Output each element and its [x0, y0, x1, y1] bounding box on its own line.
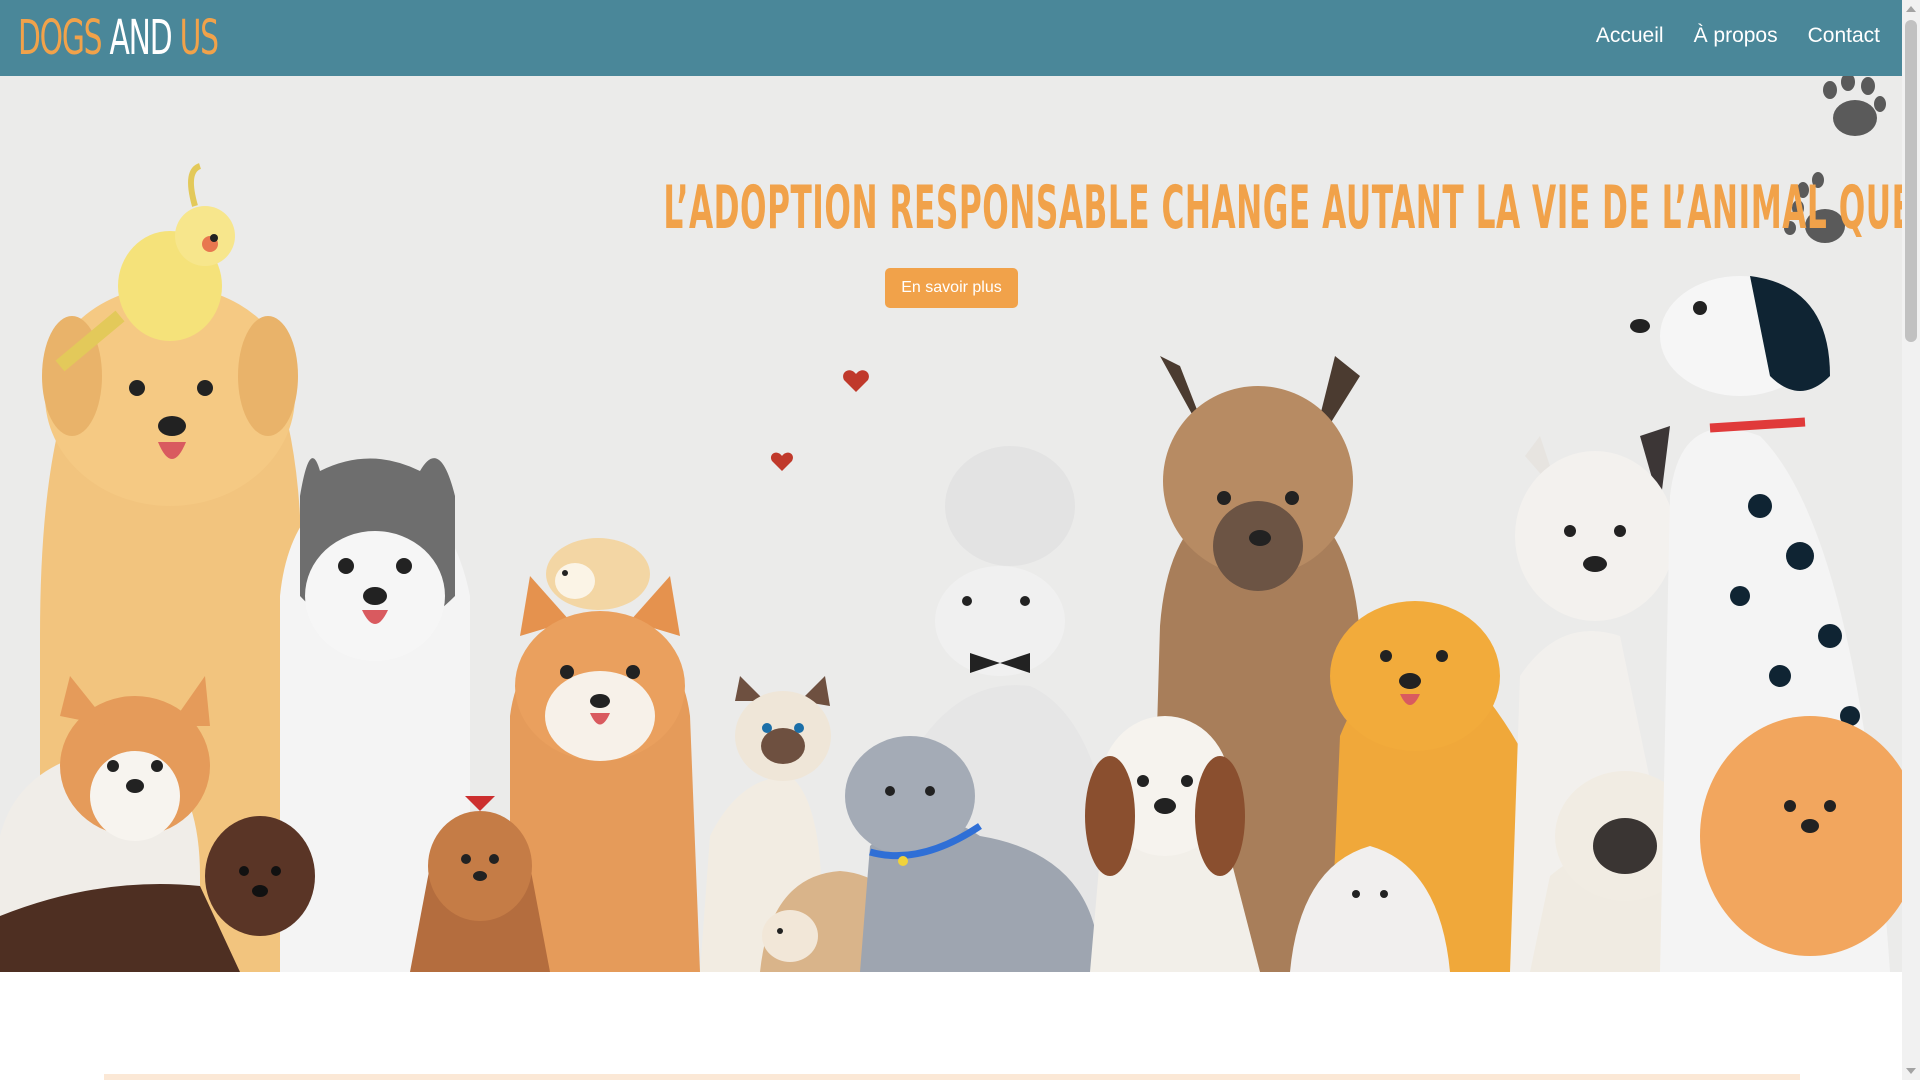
logo-word-and: AND — [109, 10, 173, 66]
hamster — [546, 538, 650, 610]
page-scrollbar[interactable] — [1902, 0, 1920, 1080]
section-divider — [104, 1074, 1800, 1080]
scroll-up-icon[interactable] — [1906, 6, 1916, 12]
navbar: DOGS AND US Accueil À propos Contact — [0, 0, 1902, 76]
main-nav: Accueil À propos Contact — [1596, 24, 1880, 48]
nav-link-about[interactable]: À propos — [1694, 24, 1778, 48]
scroll-down-icon[interactable] — [1906, 1068, 1916, 1074]
heart-icon — [843, 370, 869, 392]
nav-link-contact[interactable]: Contact — [1808, 24, 1880, 48]
heart-icon — [771, 452, 793, 471]
site-logo[interactable]: DOGS AND US — [18, 10, 219, 66]
nav-link-home[interactable]: Accueil — [1596, 24, 1664, 48]
hero-headline-text: L’adoption responsable change autant la … — [663, 173, 1902, 244]
logo-word-us: US — [179, 10, 219, 66]
hero-headline: L’adoption responsable change autant la … — [0, 173, 1902, 243]
logo-word-dogs: DOGS — [18, 10, 103, 66]
paw-print-icon — [1823, 76, 1886, 136]
scrollbar-thumb[interactable] — [1905, 20, 1917, 342]
learn-more-button[interactable]: En savoir plus — [885, 268, 1018, 308]
hero-section: L’adoption responsable change autant la … — [0, 76, 1902, 972]
